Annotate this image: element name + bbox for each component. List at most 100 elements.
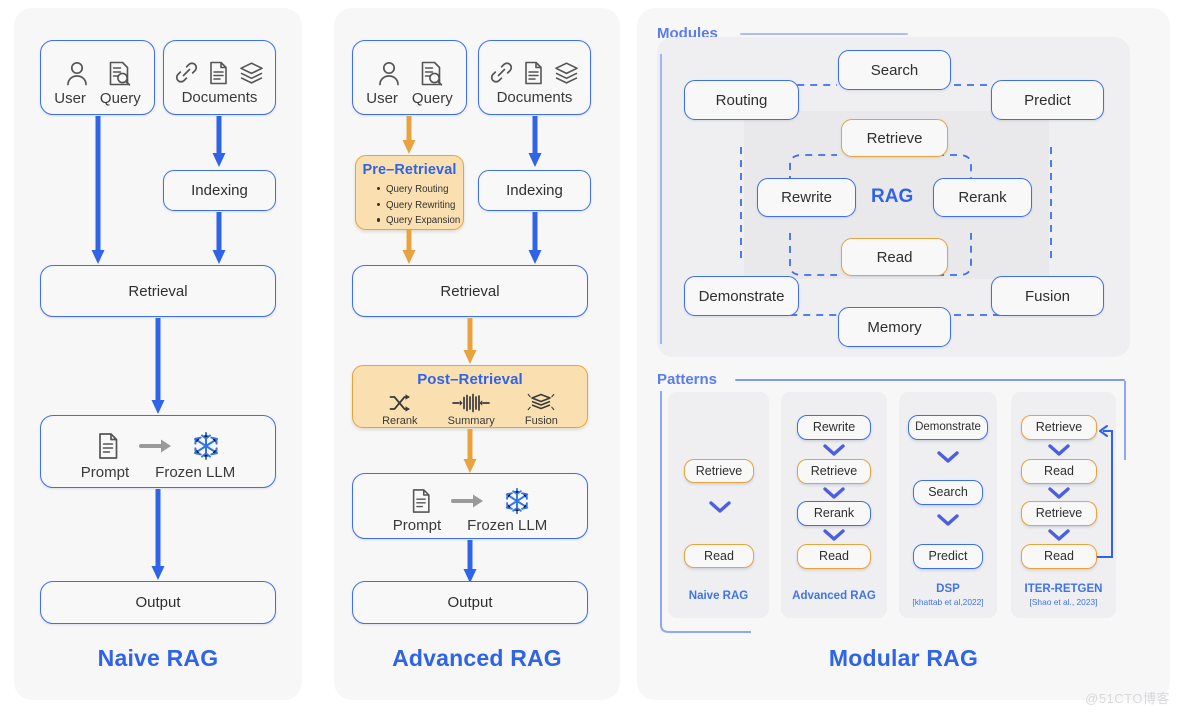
advanced-indexing-box: Indexing [478, 170, 591, 211]
naive-prompt-label: Prompt [80, 464, 130, 481]
pattern-chevron-icon [937, 451, 959, 463]
naive-user-query-labels: User Query [54, 91, 141, 106]
advanced-rag-title: Advanced RAG [392, 645, 562, 671]
layers-icon [240, 61, 263, 84]
advanced-user-query-icons [376, 59, 444, 87]
advanced-retrieval-label: Retrieval [440, 282, 500, 300]
watermark: @51CTO博客 [1085, 691, 1170, 706]
pattern-name: Advanced RAG [792, 590, 876, 602]
naive-documents-icons [174, 60, 265, 86]
post-retrieval-label: Rerank [382, 415, 418, 427]
pattern-chevron-icon [937, 514, 959, 526]
document-icon [210, 61, 227, 84]
naive-documents-label: Documents [181, 88, 258, 106]
advanced-documents-box: Documents [478, 40, 591, 115]
pattern-step-label: Retrieve [1035, 506, 1083, 521]
pattern-step: Predict [913, 544, 983, 569]
advanced-user-query-box: User Query [352, 40, 467, 115]
module-predict: Predict [991, 80, 1104, 120]
advanced-output-box: Output [352, 581, 588, 624]
pattern-step: Retrieve [797, 459, 871, 484]
module-demonstrate: Demonstrate [684, 276, 799, 316]
pattern-step: Retrieve [1021, 415, 1097, 440]
pattern-name: ITER-RETGEN [1024, 583, 1103, 595]
query-icon [109, 61, 130, 86]
pattern-step-label: Rewrite [812, 420, 856, 435]
pattern-citation: [Shao et al., 2023] [1029, 597, 1098, 607]
document-icon [525, 61, 542, 84]
naive-output-box: Output [40, 581, 276, 624]
advanced-retrieval-box: Retrieval [352, 265, 588, 317]
pattern-step-label: Search [928, 485, 968, 500]
post-retrieval-items: Rerank Summary Fusion [353, 391, 587, 427]
naive-arrow-generation-output [151, 489, 165, 580]
module-rewrite-label: Rewrite [781, 189, 832, 206]
post-retrieval-box: Post–Retrieval Rerank Summary Fusion [352, 365, 588, 428]
module-memory: Memory [838, 307, 951, 347]
arrow-right-icon [139, 439, 171, 453]
module-read-label: Read [876, 248, 913, 266]
pattern-chevron-icon [1048, 444, 1070, 456]
pattern-step: Read [684, 544, 754, 568]
shuffle-icon [389, 394, 410, 412]
module-fusion: Fusion [991, 276, 1104, 316]
prompt-document-icon [99, 433, 118, 459]
advanced-arrow-user-preretrieval [402, 116, 416, 154]
naive-retrieval-label: Retrieval [128, 282, 188, 300]
naive-documents-label-row: Documents [182, 90, 258, 105]
post-retrieval-title: Post–Retrieval [417, 371, 523, 388]
module-retrieve-label: Retrieve [866, 129, 923, 147]
naive-generation-box: Prompt Frozen LLM [40, 415, 276, 488]
prompt-document-icon [412, 488, 430, 513]
pattern-chevron-icon [709, 501, 731, 513]
pattern-citation: [khattab et al,2022] [912, 597, 984, 607]
compress-icon [452, 393, 491, 413]
advanced-output-label: Output [447, 594, 493, 611]
naive-arrow-user-retrieval [91, 116, 105, 264]
pre-retrieval-list: Query Routing Query Rewriting Query Expa… [356, 182, 463, 229]
pattern-step-label: Demonstrate [915, 420, 981, 433]
pattern-step: Read [1021, 459, 1097, 484]
pattern-step-label: Rerank [813, 506, 855, 521]
naive-user-label: User [54, 89, 86, 107]
pattern-step-label: Predict [928, 549, 968, 564]
advanced-arrow-retrieval-postretrieval [463, 318, 477, 364]
advanced-generation-box: Prompt Frozen LLM [352, 473, 588, 539]
pattern-chevron-icon [1048, 487, 1070, 499]
arrow-right-icon [451, 494, 483, 507]
pattern-step: Demonstrate [908, 415, 988, 440]
snowflake-icon [194, 432, 218, 460]
pattern-step-label: Read [1044, 549, 1074, 564]
pattern-step: Read [1021, 544, 1097, 569]
pattern-chevron-icon [823, 444, 845, 456]
naive-indexing-label: Indexing [191, 182, 248, 199]
pattern-step: Rewrite [797, 415, 871, 440]
naive-output-label: Output [135, 594, 181, 611]
module-rerank-label: Rerank [958, 189, 1007, 206]
module-rerank: Rerank [933, 178, 1032, 217]
pre-retrieval-item: Query Expansion [377, 213, 463, 229]
advanced-documents-icons [489, 60, 580, 86]
naive-indexing-box: Indexing [163, 170, 276, 211]
layers-icon [555, 61, 578, 84]
post-retrieval-item-rerank: Rerank [382, 393, 418, 427]
post-retrieval-item-summary: Summary [448, 393, 495, 427]
pattern-name: DSP [936, 583, 960, 595]
module-read: Read [841, 238, 948, 276]
naive-retrieval-box: Retrieval [40, 265, 276, 317]
iterretgen-loop-arrow [1097, 425, 1113, 558]
module-fusion-label: Fusion [1024, 287, 1071, 305]
user-icon [66, 61, 87, 85]
module-retrieve: Retrieve [841, 119, 948, 157]
naive-query-label: Query [99, 89, 141, 107]
module-search-label: Search [870, 61, 919, 79]
naive-arrow-retrieval-generation [151, 318, 165, 414]
diagram-canvas: User Query Documents Indexing Retrieval … [0, 0, 1184, 715]
advanced-documents-label-row: Documents [497, 90, 573, 105]
link-icon [175, 61, 198, 83]
module-rewrite: Rewrite [757, 178, 856, 217]
pre-retrieval-item: Query Rewriting [377, 198, 463, 214]
module-search: Search [838, 50, 951, 90]
advanced-documents-label: Documents [496, 88, 573, 106]
advanced-indexing-label: Indexing [506, 182, 563, 199]
